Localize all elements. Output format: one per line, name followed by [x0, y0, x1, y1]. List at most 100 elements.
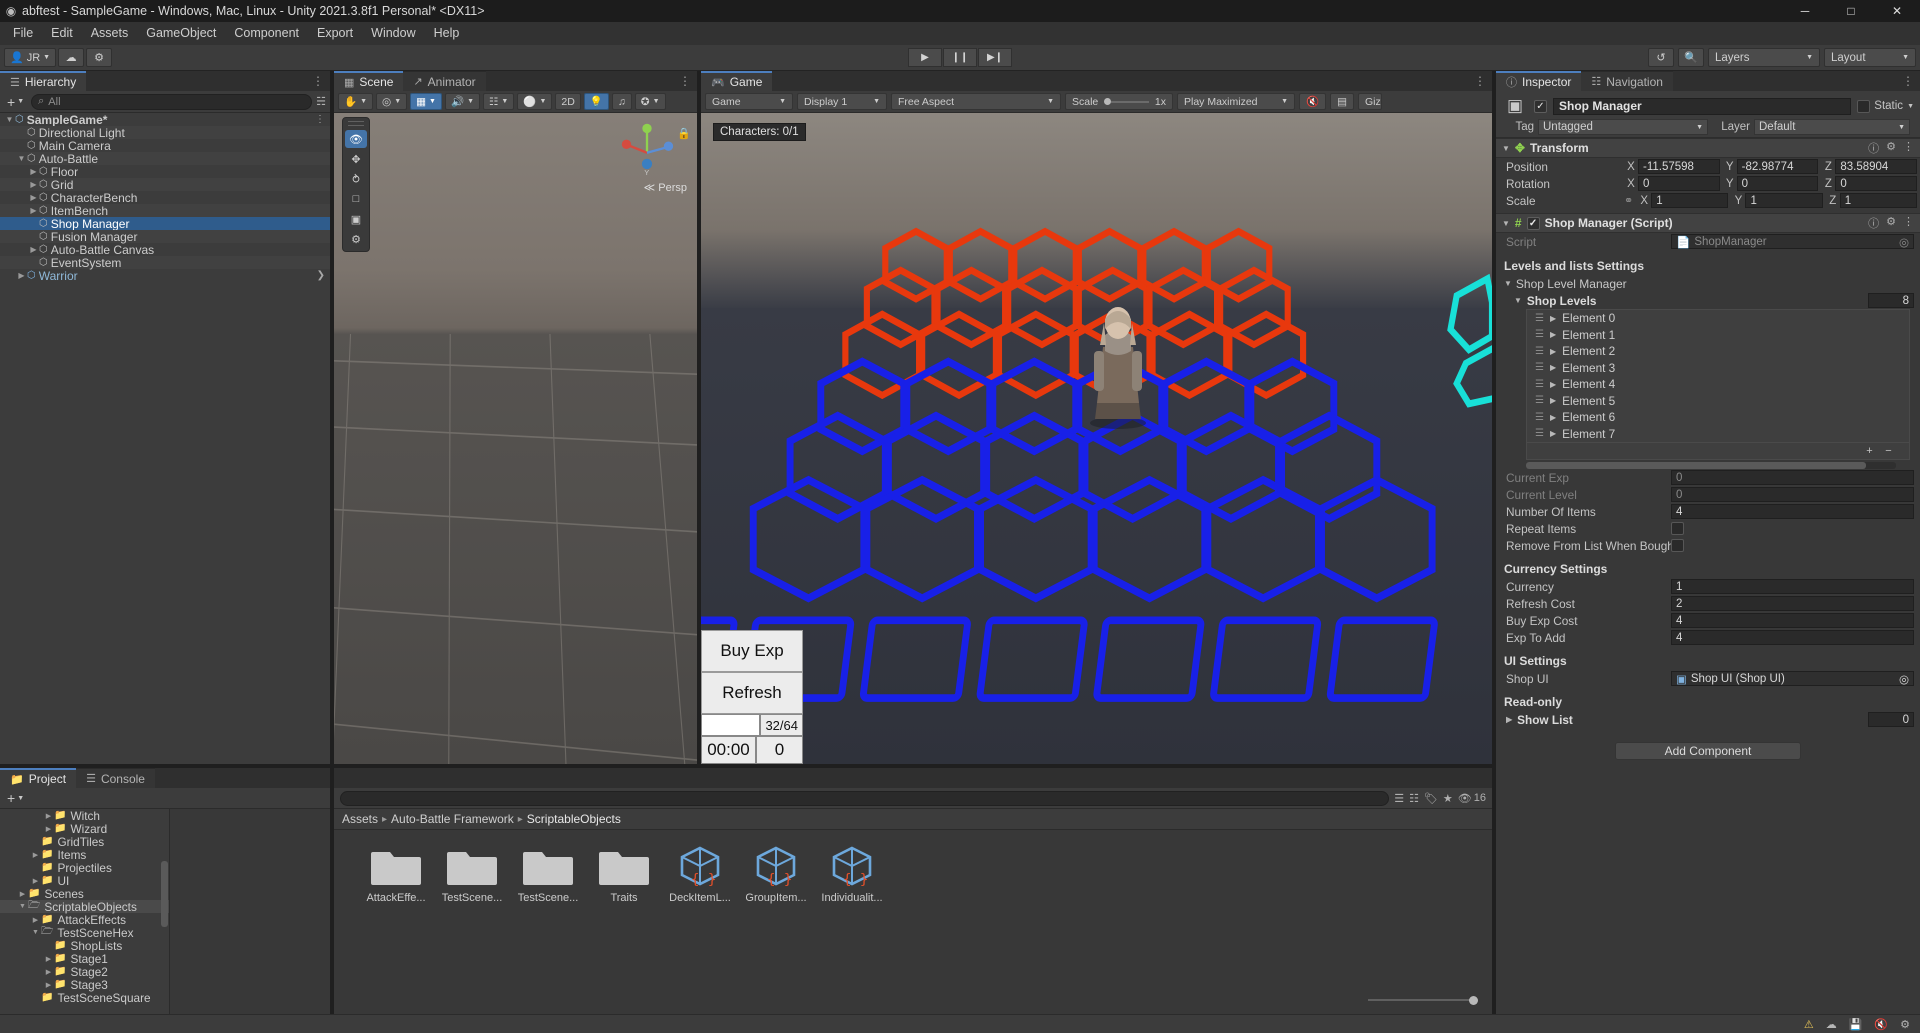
- transform-scale-y-input[interactable]: 1: [1745, 193, 1823, 208]
- step-button[interactable]: ▶❙: [978, 48, 1012, 67]
- scene-shading-dropdown[interactable]: ⚪ ▼: [517, 93, 553, 110]
- hierarchy-item-characterbench[interactable]: ▶ ⬡ CharacterBench: [0, 191, 330, 205]
- hierarchy-item-auto-battle[interactable]: ▼ ⬡ Auto-Battle: [0, 152, 330, 166]
- chevron-down-icon[interactable]: ▼: [4, 115, 15, 124]
- project-tree-scrollbar[interactable]: [161, 811, 168, 1004]
- menu-item-gameobject[interactable]: GameObject: [137, 22, 225, 45]
- cloud-button[interactable]: ☁: [58, 48, 85, 67]
- scale-tool-icon[interactable]: □: [345, 190, 367, 208]
- scene-pivot-dropdown[interactable]: ◎ ▼: [376, 93, 408, 110]
- layout-dropdown[interactable]: Layout ▼: [1824, 48, 1916, 67]
- game-display-dropdown[interactable]: Display 1 ▼: [797, 93, 887, 110]
- hierarchy-item-floor[interactable]: ▶ ⬡ Floor: [0, 165, 330, 179]
- scene-fx-toggle[interactable]: ♫: [611, 93, 632, 110]
- transform-scale-x-input[interactable]: 1: [1651, 193, 1729, 208]
- chevron-down-icon[interactable]: ▼: [1502, 144, 1510, 153]
- inspector-options-icon[interactable]: ⋮: [1902, 74, 1914, 88]
- shop-levels-row[interactable]: ▼ Shop Levels 8: [1496, 292, 1920, 309]
- drag-handle-icon[interactable]: ☰: [1535, 428, 1544, 439]
- current-exp-input[interactable]: 0: [1671, 470, 1914, 485]
- remove-from-list-when-bought-checkbox[interactable]: [1671, 539, 1684, 552]
- list-add-button[interactable]: +: [1861, 444, 1878, 457]
- static-toggle[interactable]: Static ▼: [1857, 99, 1914, 113]
- hierarchy-add-button[interactable]: + ▼: [4, 94, 27, 110]
- menu-icon[interactable]: ⋮: [1903, 215, 1914, 231]
- chevron-right-icon[interactable]: ▶: [30, 916, 41, 924]
- help-icon[interactable]: ⓘ: [1868, 140, 1879, 156]
- drag-handle-icon[interactable]: ☰: [1535, 379, 1544, 390]
- project-tree-item-stage1[interactable]: ▶ 📁 Stage1: [0, 952, 169, 966]
- favorites-icon[interactable]: ★: [1443, 792, 1453, 805]
- chevron-right-icon[interactable]: ▶: [16, 271, 27, 280]
- hierarchy-search-input[interactable]: ⌕ All: [31, 93, 313, 110]
- breadcrumb-framework[interactable]: Auto-Battle Framework: [391, 812, 514, 826]
- project-folder-tree[interactable]: ▶ 📁 Witch ▶ 📁 Wizard 📁 GridTiles ▶ 📁 Items 📁 Project…: [0, 809, 170, 1014]
- hierarchy-filter-icon[interactable]: ☵: [316, 95, 326, 108]
- scene-tool-palette[interactable]: 👁 ✥ ⥁ □ ▣ ⚙: [342, 117, 370, 252]
- chevron-right-icon[interactable]: ▶: [28, 245, 39, 254]
- gameobject-enabled-checkbox[interactable]: ✓: [1534, 99, 1547, 113]
- game-stats-button[interactable]: ▤: [1330, 93, 1354, 110]
- play-button[interactable]: ▶: [908, 48, 942, 67]
- shop-level-element-6[interactable]: ☰ ▶ Element 6: [1527, 409, 1909, 426]
- tab-project[interactable]: 📁 Project: [0, 768, 77, 788]
- project-tree-item-stage2[interactable]: ▶ 📁 Stage2: [0, 965, 169, 979]
- hierarchy-item-warrior[interactable]: ▶ ⬡ Warrior ❯: [0, 269, 330, 283]
- chevron-right-icon[interactable]: ▶: [28, 180, 39, 189]
- help-icon[interactable]: ⓘ: [1868, 215, 1879, 231]
- chevron-right-icon[interactable]: ▶: [1550, 396, 1556, 405]
- chevron-right-icon[interactable]: ▶: [1550, 347, 1556, 356]
- hierarchy-item-eventsystem[interactable]: ⬡ EventSystem: [0, 256, 330, 270]
- search-button[interactable]: 🔍: [1678, 48, 1704, 67]
- preset-icon[interactable]: ⚙: [1886, 140, 1896, 156]
- chevron-right-icon[interactable]: ▶: [43, 968, 54, 976]
- project-tree-item-gridtiles[interactable]: 📁 GridTiles: [0, 835, 169, 849]
- game-display-target-dropdown[interactable]: Game ▼: [705, 93, 793, 110]
- scale-lock-icon[interactable]: ⚭: [1624, 194, 1633, 207]
- project-tree-item-stage3[interactable]: ▶ 📁 Stage3: [0, 978, 169, 992]
- account-button[interactable]: 👤 JR ▼: [4, 48, 57, 67]
- chevron-right-icon[interactable]: ▶: [1550, 314, 1556, 323]
- chevron-right-icon[interactable]: ▶: [17, 890, 28, 898]
- shop-level-element-3[interactable]: ☰ ▶ Element 3: [1527, 360, 1909, 377]
- collab-status-icon[interactable]: ⚠: [1804, 1018, 1814, 1031]
- eye-tool-icon[interactable]: 👁: [345, 130, 367, 148]
- shop-level-element-7[interactable]: ☰ ▶ Element 7: [1527, 426, 1909, 443]
- transform-rotation-y-input[interactable]: 0: [1736, 176, 1819, 191]
- show-list-count-field[interactable]: 0: [1868, 712, 1914, 727]
- shop-level-element-4[interactable]: ☰ ▶ Element 4: [1527, 376, 1909, 393]
- exp-to-add-input[interactable]: 4: [1671, 630, 1914, 645]
- menu-item-assets[interactable]: Assets: [82, 22, 138, 45]
- rotate-tool-icon[interactable]: ⥁: [345, 170, 367, 188]
- object-picker-icon[interactable]: ◎: [1899, 235, 1909, 249]
- repeat-items-checkbox[interactable]: [1671, 522, 1684, 535]
- mute-status-icon[interactable]: 🔇: [1874, 1018, 1888, 1031]
- shop-levels-list[interactable]: ☰ ▶ Element 0 ☰ ▶ Element 1 ☰ ▶ Element 2 ☰ ▶ Eleme…: [1526, 309, 1910, 443]
- drag-handle-icon[interactable]: ☰: [1535, 346, 1544, 357]
- project-tree-item-testscenesquare[interactable]: 📁 TestSceneSquare: [0, 991, 169, 1005]
- project-add-button[interactable]: + ▼: [4, 790, 27, 806]
- chevron-right-icon[interactable]: ▶: [1550, 380, 1556, 389]
- chevron-right-icon[interactable]: ▶: [43, 981, 54, 989]
- game-gizmos-dropdown[interactable]: Gizmos: [1358, 93, 1382, 110]
- menu-item-help[interactable]: Help: [425, 22, 469, 45]
- palette-grip[interactable]: [348, 121, 364, 126]
- layers-dropdown[interactable]: Layers ▼: [1708, 48, 1820, 67]
- game-mute-audio-button[interactable]: 🔇: [1299, 93, 1327, 110]
- menu-item-edit[interactable]: Edit: [42, 22, 82, 45]
- chevron-right-icon[interactable]: ▶: [30, 877, 41, 885]
- menu-icon[interactable]: ⋮: [1903, 140, 1914, 156]
- breadcrumb-current[interactable]: ScriptableObjects: [527, 812, 621, 826]
- chevron-down-icon[interactable]: ▼: [1502, 219, 1510, 228]
- scene-lock-icon[interactable]: 🔒: [677, 127, 691, 140]
- shop-level-element-0[interactable]: ☰ ▶ Element 0: [1527, 310, 1909, 327]
- asset-item[interactable]: { } GroupItem...: [738, 844, 814, 904]
- game-scale-slider[interactable]: Scale 1x: [1065, 93, 1173, 110]
- shop-ui-field[interactable]: ▣ Shop UI (Shop UI) ◎: [1671, 671, 1914, 686]
- filter-by-package-icon[interactable]: ☷: [1409, 792, 1419, 805]
- scene-2d-toggle-grid[interactable]: ▦ ▼: [410, 93, 442, 110]
- menu-item-file[interactable]: File: [4, 22, 42, 45]
- transform-position-y-input[interactable]: -82.98774: [1736, 159, 1819, 174]
- close-button[interactable]: ✕: [1874, 0, 1920, 22]
- hierarchy-options-icon[interactable]: ⋮: [312, 74, 324, 88]
